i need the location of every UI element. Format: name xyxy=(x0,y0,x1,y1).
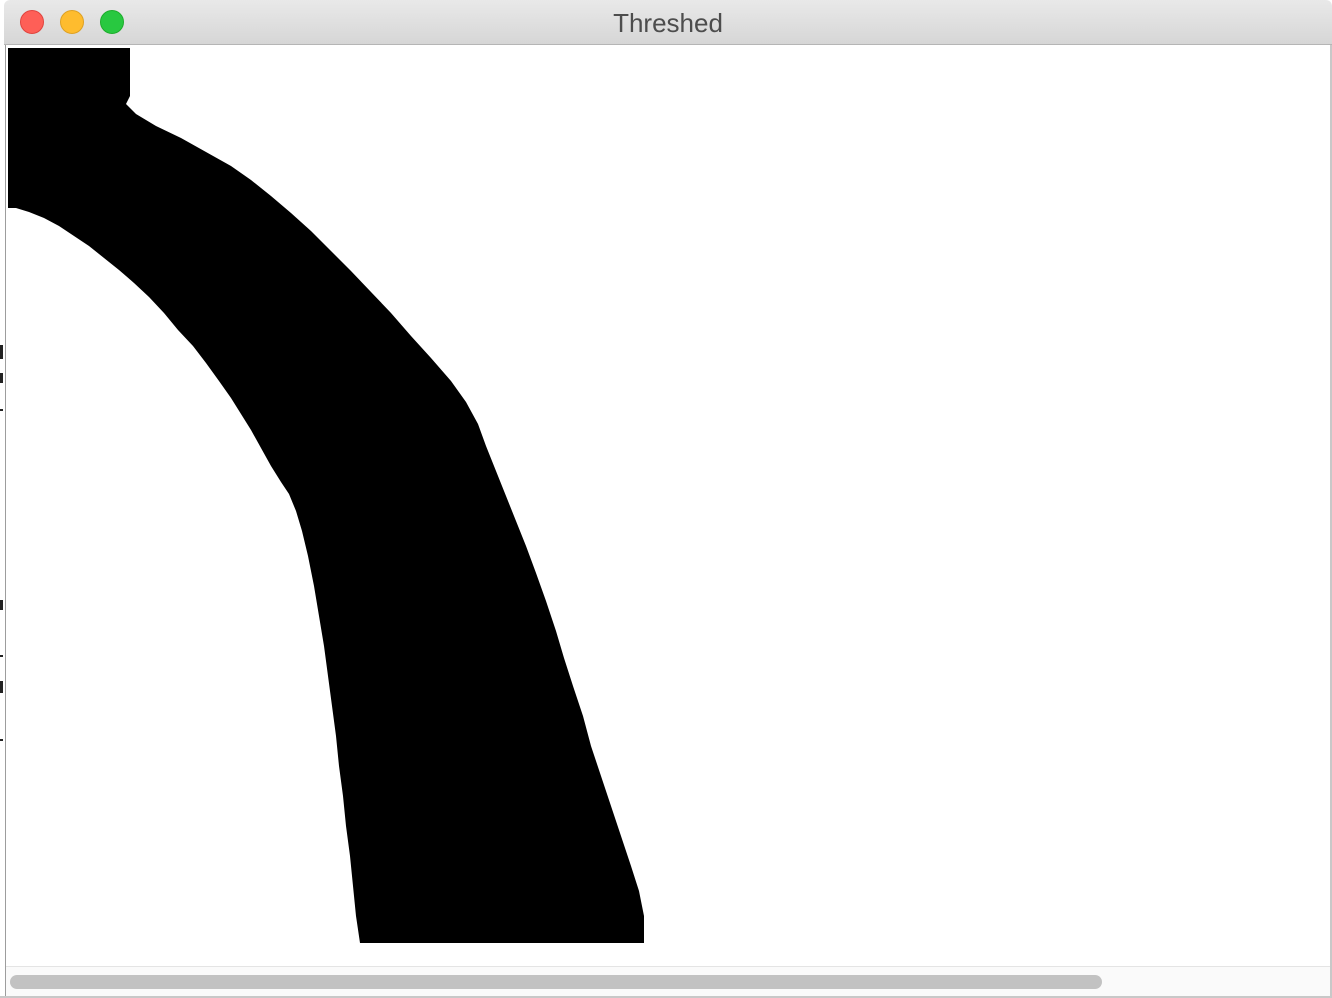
image-canvas[interactable] xyxy=(6,46,1330,966)
edge-fragment xyxy=(0,409,3,411)
thresholded-image xyxy=(8,48,644,943)
edge-fragment xyxy=(0,681,3,693)
horizontal-scrollbar[interactable] xyxy=(6,966,1330,996)
edge-fragment xyxy=(0,739,3,741)
black-region xyxy=(8,48,644,943)
edge-fragment xyxy=(0,655,3,657)
edge-fragment xyxy=(0,600,3,610)
title-bar[interactable]: Threshed xyxy=(4,0,1332,45)
edge-fragment xyxy=(0,373,3,383)
app-window: Threshed xyxy=(0,0,1332,998)
edge-fragment xyxy=(0,345,3,359)
scrollbar-thumb[interactable] xyxy=(10,975,1102,989)
window-title: Threshed xyxy=(613,8,723,38)
